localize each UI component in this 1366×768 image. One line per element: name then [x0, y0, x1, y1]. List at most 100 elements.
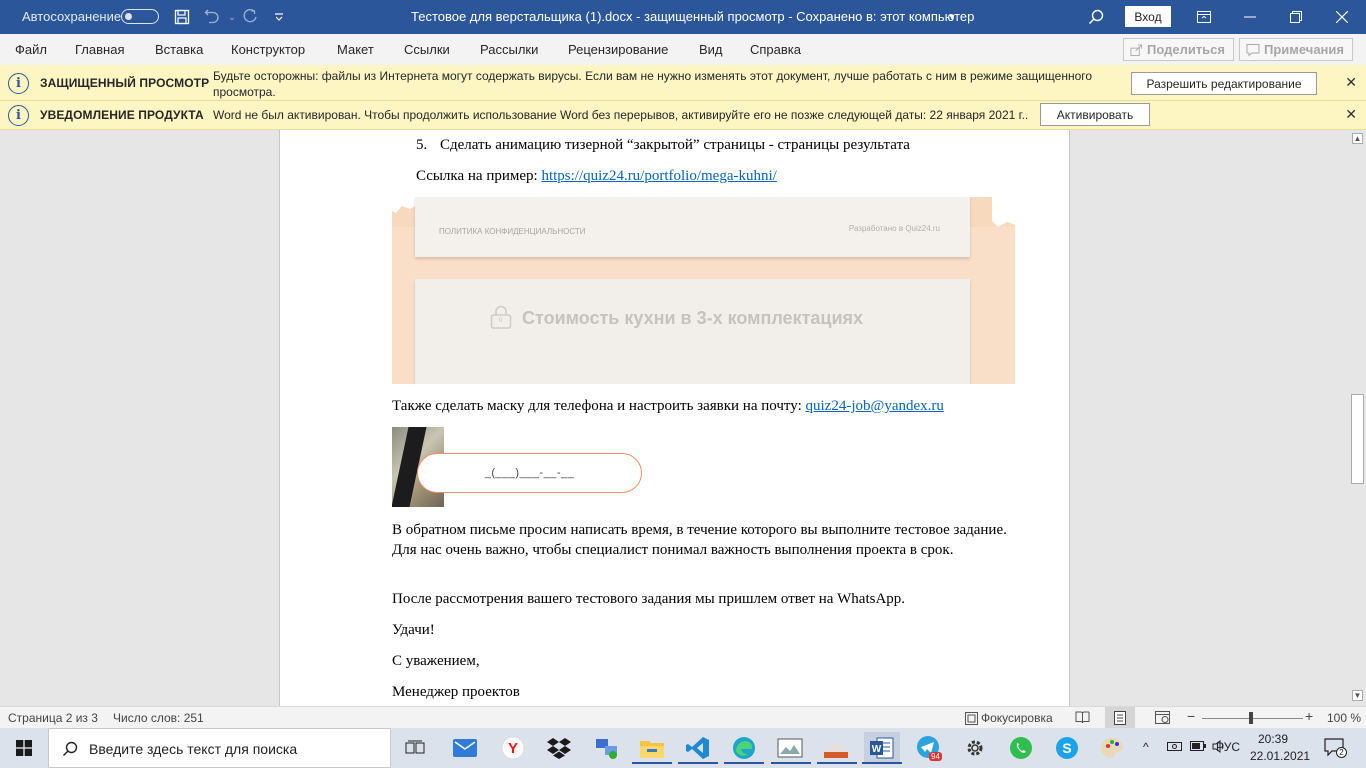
comment-icon [1246, 43, 1260, 57]
product-notice-bar: i УВЕДОМЛЕНИЕ ПРОДУКТА Word не был актив… [0, 101, 1366, 130]
list-item-5: Сделать анимацию тизерной “закрытой” стр… [440, 137, 910, 153]
clock-time: 20:39 [1257, 732, 1289, 746]
phone-mask-label: Также сделать маску для телефона и настр… [392, 398, 806, 414]
palette-app-icon[interactable] [1097, 732, 1129, 764]
privacy-policy-text: ПОЛИТИКА КОНФИДЕНЦИАЛЬНОСТИ [439, 227, 586, 236]
share-icon [1130, 43, 1143, 56]
edge-icon[interactable] [724, 732, 764, 764]
menu-review[interactable]: Рецензирование [568, 42, 668, 57]
windows-icon [16, 740, 32, 756]
developed-by-text: Разработано в Quiz24.ru [848, 224, 940, 233]
phone-input-mock: _(___)___-__-__ [417, 453, 642, 493]
settings-icon[interactable] [959, 732, 991, 764]
skype-icon[interactable]: S [1051, 732, 1083, 764]
photo-viewer-icon[interactable] [771, 732, 811, 764]
yandex-browser-icon[interactable]: Y [497, 732, 529, 764]
telegram-icon[interactable]: 94 [913, 732, 945, 764]
search-icon [62, 741, 78, 757]
zoom-level[interactable]: 100 % [1327, 711, 1361, 725]
paragraph-good-luck: Удачи! [392, 622, 435, 638]
word-count[interactable]: Число слов: 251 [113, 711, 204, 725]
start-button[interactable] [0, 728, 48, 768]
taskbar-search[interactable]: Введите здесь текст для поиска [48, 728, 391, 768]
comments-label: Примечания [1263, 42, 1344, 57]
example-link[interactable]: https://quiz24.ru/portfolio/mega-kuhni/ [541, 168, 776, 184]
window-title: Тестовое для верстальщика (1).docx - защ… [411, 9, 975, 24]
info-icon: i [8, 73, 29, 94]
share-button[interactable]: Поделиться [1123, 38, 1234, 61]
email-link[interactable]: quiz24-job@yandex.ru [806, 398, 944, 414]
word-icon[interactable]: W [862, 732, 902, 764]
product-notice-title: УВЕДОМЛЕНИЕ ПРОДУКТА [40, 108, 204, 122]
menu-home[interactable]: Главная [75, 42, 124, 57]
svg-text:S: S [1062, 740, 1071, 756]
active-indicator [724, 762, 764, 764]
web-layout-icon[interactable] [1155, 711, 1170, 727]
title-dropdown-icon[interactable]: ▾ [942, 7, 962, 27]
svg-text:W: W [872, 744, 882, 755]
restore-icon[interactable] [1273, 0, 1319, 34]
menu-layout[interactable]: Макет [337, 42, 374, 57]
list-number: 5. [416, 137, 428, 153]
active-indicator [771, 762, 811, 764]
menu-mailings[interactable]: Рассылки [480, 42, 538, 57]
close-protected-bar-icon[interactable]: ✕ [1345, 74, 1357, 91]
clock-date: 22.01.2021 [1250, 749, 1311, 763]
enable-editing-button[interactable]: Разрешить редактирование [1131, 72, 1317, 95]
task-view-icon[interactable] [399, 732, 431, 764]
battery-icon[interactable] [1190, 740, 1206, 754]
clock[interactable]: 20:39 22.01.2021 [1250, 731, 1311, 765]
scroll-thumb[interactable] [1351, 394, 1364, 484]
customize-toolbar-icon[interactable] [269, 7, 289, 27]
document-area[interactable]: 5. Сделать анимацию тизерной “закрытой” … [0, 130, 1349, 706]
whatsapp-icon[interactable] [1005, 732, 1037, 764]
menu-file[interactable]: Файл [15, 42, 47, 57]
comments-button[interactable]: Примечания [1239, 38, 1353, 61]
zoom-in-button[interactable]: + [1305, 708, 1313, 724]
undo-icon[interactable] [202, 7, 222, 27]
dropbox-icon[interactable] [543, 732, 575, 764]
search-icon[interactable] [1086, 7, 1106, 27]
menu-insert[interactable]: Вставка [155, 42, 203, 57]
undo-dropdown-icon[interactable]: ⌄ [222, 7, 242, 27]
menu-help[interactable]: Справка [750, 42, 801, 57]
read-mode-icon[interactable] [1075, 711, 1090, 727]
scroll-down-icon[interactable]: ▼ [1352, 690, 1363, 701]
close-product-bar-icon[interactable]: ✕ [1345, 106, 1357, 123]
protected-view-text-line1: Будьте осторожны: файлы из Интернета мог… [213, 69, 1093, 83]
lock-badge: 0 [499, 318, 503, 324]
autosave-toggle[interactable] [121, 9, 159, 24]
menu-design[interactable]: Конструктор [231, 42, 305, 57]
redo-icon[interactable] [240, 7, 260, 27]
zoom-slider-knob[interactable] [1249, 712, 1253, 724]
mail-icon[interactable] [449, 732, 481, 764]
close-window-icon[interactable] [1319, 0, 1365, 34]
vertical-scrollbar[interactable]: ▲ ▼ [1349, 130, 1366, 706]
activate-button[interactable]: Активировать [1040, 103, 1150, 126]
input-language[interactable]: РУС [1216, 740, 1240, 754]
paragraph-regards: С уважением, [392, 653, 480, 669]
page-count[interactable]: Страница 2 из 3 [8, 711, 98, 725]
document-page[interactable]: 5. Сделать анимацию тизерной “закрытой” … [279, 130, 1070, 706]
save-icon[interactable] [172, 7, 192, 27]
file-explorer-icon[interactable] [632, 732, 672, 764]
protected-view-title: ЗАЩИЩЕННЫЙ ПРОСМОТР [40, 76, 210, 90]
lock-icon [490, 305, 512, 329]
network-app-icon[interactable] [591, 732, 623, 764]
vscode-icon[interactable] [678, 732, 718, 764]
active-indicator [817, 762, 857, 764]
title-bar: Автосохранение ⌄ Тестовое для верстальщи… [0, 0, 1366, 34]
scroll-up-icon[interactable]: ▲ [1352, 133, 1363, 144]
print-layout-icon[interactable] [1105, 707, 1135, 728]
paint-app-icon[interactable] [817, 732, 857, 764]
menu-view[interactable]: Вид [699, 42, 723, 57]
zoom-out-button[interactable]: − [1187, 708, 1195, 724]
minimize-icon[interactable] [1227, 0, 1273, 34]
meet-now-icon[interactable] [1167, 740, 1182, 756]
focus-button[interactable]: Фокусировка [965, 711, 1053, 725]
show-hidden-icons-icon[interactable]: ^ [1143, 740, 1149, 754]
menu-references[interactable]: Ссылки [404, 42, 450, 57]
signin-button[interactable]: Вход [1125, 6, 1171, 27]
ribbon-display-options-icon[interactable] [1181, 0, 1227, 34]
locked-heading: Стоимость кухни в 3-х комплектациях [522, 308, 864, 328]
